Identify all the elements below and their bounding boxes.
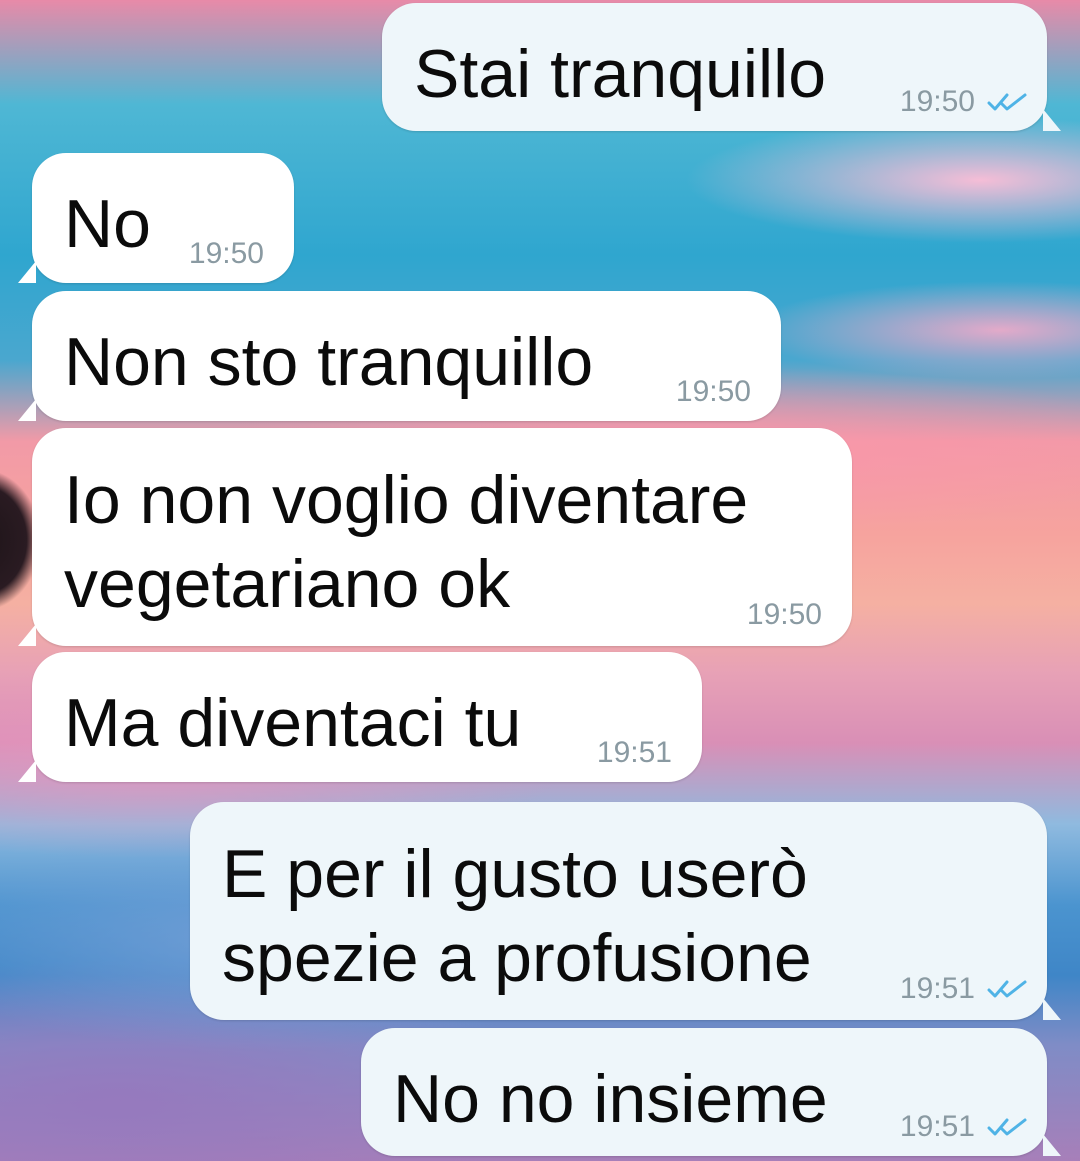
- message-meta: 19:51: [597, 738, 672, 768]
- message-bubble-incoming[interactable]: Non sto tranquillo 19:50: [18, 291, 781, 421]
- message-time: 19:50: [746, 598, 822, 631]
- message-time: 19:51: [596, 736, 672, 769]
- message-text: No no insieme: [393, 1061, 828, 1137]
- message-meta: 19:50: [747, 600, 822, 630]
- message-bubble-outgoing[interactable]: Stai tranquillo 19:50: [382, 3, 1061, 131]
- message-meta: 19:51: [900, 974, 1029, 1004]
- message-time: 19:50: [899, 85, 975, 118]
- message-bubble-outgoing[interactable]: No no insieme 19:51: [361, 1028, 1061, 1156]
- message-text: Ma diventaci tu: [64, 685, 522, 761]
- double-check-icon: [987, 1118, 1027, 1136]
- message-time: 19:50: [188, 237, 264, 270]
- message-meta: 19:51: [900, 1112, 1029, 1142]
- message-meta: 19:50: [900, 87, 1029, 117]
- message-time: 19:51: [899, 972, 975, 1005]
- message-time: 19:51: [899, 1110, 975, 1143]
- message-text: No: [64, 186, 151, 262]
- message-text: Stai tranquillo: [414, 36, 827, 112]
- message-text: E per il gusto userò spezie a profusione: [222, 836, 812, 996]
- message-bubble-incoming[interactable]: No 19:50: [18, 153, 294, 283]
- message-bubble-incoming[interactable]: Ma diventaci tu 19:51: [18, 652, 702, 782]
- message-meta: 19:50: [189, 239, 264, 269]
- message-text: Non sto tranquillo: [64, 324, 594, 400]
- double-check-icon: [987, 980, 1027, 998]
- message-text: Io non voglio diventare vegetariano ok: [64, 462, 749, 622]
- message-bubble-incoming[interactable]: Io non voglio diventare vegetariano ok 1…: [18, 428, 852, 646]
- double-check-icon: [987, 93, 1027, 111]
- message-bubble-outgoing[interactable]: E per il gusto userò spezie a profusione…: [190, 802, 1061, 1020]
- message-meta: 19:50: [676, 377, 751, 407]
- message-time: 19:50: [675, 375, 751, 408]
